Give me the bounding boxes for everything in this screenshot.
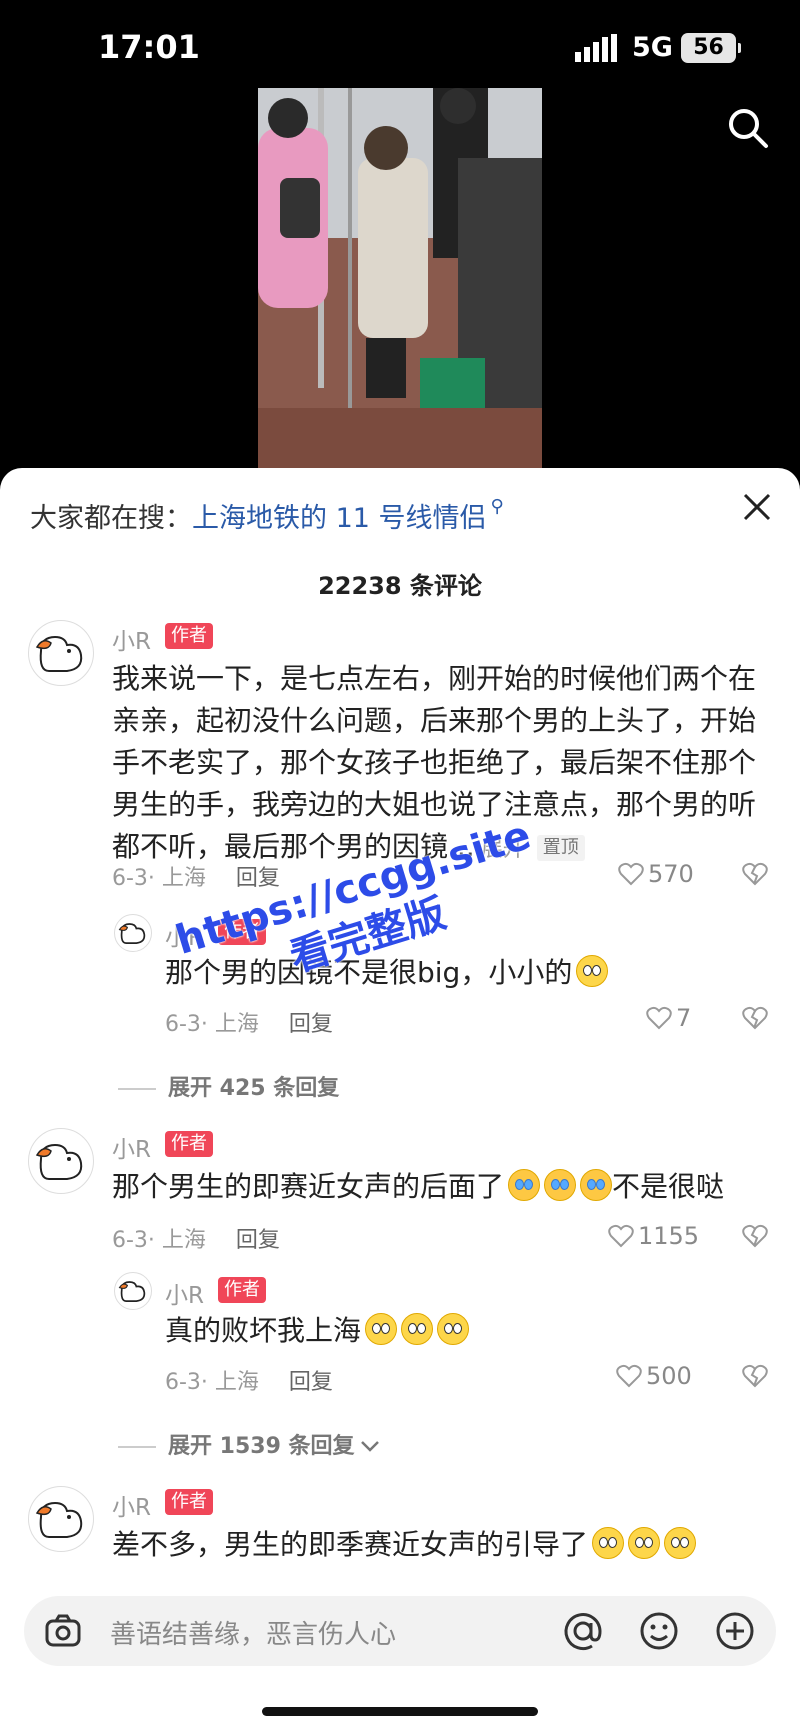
comment-author[interactable]: 小R <box>112 622 151 656</box>
expand-replies-label: 展开 425 条回复 <box>168 1076 340 1101</box>
like-count: 500 <box>646 1362 692 1390</box>
signal-icon <box>575 34 617 62</box>
expand-replies[interactable]: 展开 1539 条回复 <box>118 1428 381 1460</box>
comment-input[interactable]: 善语结善缘，恶言伤人心 <box>110 1614 396 1651</box>
comment-count: 22238 条评论 <box>318 572 482 600</box>
pinned-badge: 置顶 <box>536 835 585 861</box>
broken-heart-icon[interactable] <box>742 1364 768 1388</box>
hot-search-prefix: 大家都在搜： <box>30 503 192 534</box>
author-badge: 作者 <box>165 1489 213 1515</box>
video-scene <box>258 88 542 470</box>
hot-search[interactable]: 大家都在搜：上海地铁的 11 号线情侣 ⚲ <box>30 496 504 535</box>
avatar[interactable] <box>28 620 94 686</box>
avatar[interactable] <box>28 1486 94 1552</box>
hot-search-topic[interactable]: 上海地铁的 11 号线情侣 <box>192 503 487 534</box>
divider <box>118 1088 156 1090</box>
status-bar: 17:01 5G 56 <box>0 0 800 100</box>
crying-emoji-icon <box>544 1169 577 1201</box>
avatar[interactable] <box>28 1128 94 1194</box>
chevron-down-icon <box>360 1441 379 1452</box>
video-thumbnail[interactable] <box>258 88 542 470</box>
search-icon[interactable] <box>726 106 770 150</box>
emoji-icon <box>628 1527 661 1559</box>
broken-heart-icon[interactable] <box>742 862 768 886</box>
emoji-icon <box>401 1313 434 1345</box>
emoji-icon <box>365 1313 398 1345</box>
comment-date: 6-3· 上海 <box>112 1228 206 1253</box>
comment-meta: 6-3· 上海 回复 <box>112 1222 280 1254</box>
crying-emoji-icon <box>508 1169 541 1201</box>
reply-date: 6-3· 上海 <box>165 1012 259 1037</box>
reply-date: 6-3· 上海 <box>165 1370 259 1395</box>
battery-indicator: 56 <box>681 33 741 63</box>
comment-body: 差不多，男生的即季赛近女声的引导了 <box>112 1528 589 1561</box>
avatar[interactable] <box>114 1272 152 1310</box>
expand-replies[interactable]: 展开 425 条回复 <box>118 1070 339 1102</box>
crying-emoji-icon <box>580 1169 613 1201</box>
reply-button[interactable]: 回复 <box>289 1370 333 1395</box>
like-button[interactable]: 1155 <box>608 1222 699 1250</box>
expand-replies-label: 展开 1539 条回复 <box>168 1434 355 1459</box>
comment-text: 那个男生的即赛近女声的后面了 不是很哒 <box>112 1166 772 1208</box>
heart-icon <box>616 1364 642 1388</box>
comment-input-bar[interactable]: 善语结善缘，恶言伤人心 <box>24 1596 776 1666</box>
author-badge: 作者 <box>218 1277 266 1303</box>
heart-icon <box>608 1224 634 1248</box>
like-button[interactable]: 570 <box>618 860 694 888</box>
emoji-icon <box>576 955 609 987</box>
author-badge: 作者 <box>165 623 213 649</box>
divider <box>118 1446 156 1448</box>
comment-author[interactable]: 小R <box>112 1130 151 1164</box>
home-indicator[interactable] <box>262 1707 538 1716</box>
broken-heart-icon[interactable] <box>742 1006 768 1030</box>
like-count: 570 <box>648 860 694 888</box>
reply-meta: 6-3· 上海 回复 <box>165 1006 333 1038</box>
broken-heart-icon[interactable] <box>742 1224 768 1248</box>
magnifier-icon: ⚲ <box>490 496 504 517</box>
reply-author[interactable]: 小R <box>165 1276 204 1310</box>
network-label: 5G <box>632 32 673 63</box>
close-icon[interactable] <box>740 490 774 524</box>
reply-meta: 6-3· 上海 回复 <box>165 1364 333 1396</box>
like-count: 1155 <box>638 1222 700 1250</box>
reply-button[interactable]: 回复 <box>236 1228 280 1253</box>
comment-sheet: 大家都在搜：上海地铁的 11 号线情侣 ⚲ 22238 条评论 小R 作者 我来说… <box>0 468 800 1733</box>
avatar[interactable] <box>114 914 152 952</box>
heart-icon <box>646 1006 672 1030</box>
at-icon[interactable] <box>562 1610 604 1652</box>
comment-date: 6-3· 上海 <box>112 866 206 891</box>
author-badge: 作者 <box>165 1131 213 1157</box>
reply-button[interactable]: 回复 <box>289 1012 333 1037</box>
comment-meta: 6-3· 上海 回复 <box>112 860 280 892</box>
plus-icon[interactable] <box>714 1610 756 1652</box>
comment-text: 差不多，男生的即季赛近女声的引导了 <box>112 1524 772 1566</box>
emoji-icon[interactable] <box>638 1610 680 1652</box>
heart-icon <box>618 862 644 886</box>
reply-text: 真的败坏我上海 <box>165 1310 765 1352</box>
comment-author[interactable]: 小R <box>112 1488 151 1522</box>
like-button[interactable]: 7 <box>646 1004 691 1032</box>
comment-body: 那个男生的即赛近女声的后面了 <box>112 1170 505 1203</box>
emoji-icon <box>592 1527 625 1559</box>
comment-body: 我来说一下，是七点左右，刚开始的时候他们两个在亲亲，起初没什么问题，后来那个男的… <box>112 662 757 863</box>
status-time: 17:01 <box>98 28 200 66</box>
camera-icon[interactable] <box>44 1612 82 1650</box>
emoji-icon <box>664 1527 697 1559</box>
comment-body-suffix: 不是很哒 <box>612 1170 725 1203</box>
emoji-icon <box>437 1313 470 1345</box>
like-button[interactable]: 500 <box>616 1362 692 1390</box>
reply-body: 真的败坏我上海 <box>165 1314 362 1347</box>
like-count: 7 <box>676 1004 692 1032</box>
